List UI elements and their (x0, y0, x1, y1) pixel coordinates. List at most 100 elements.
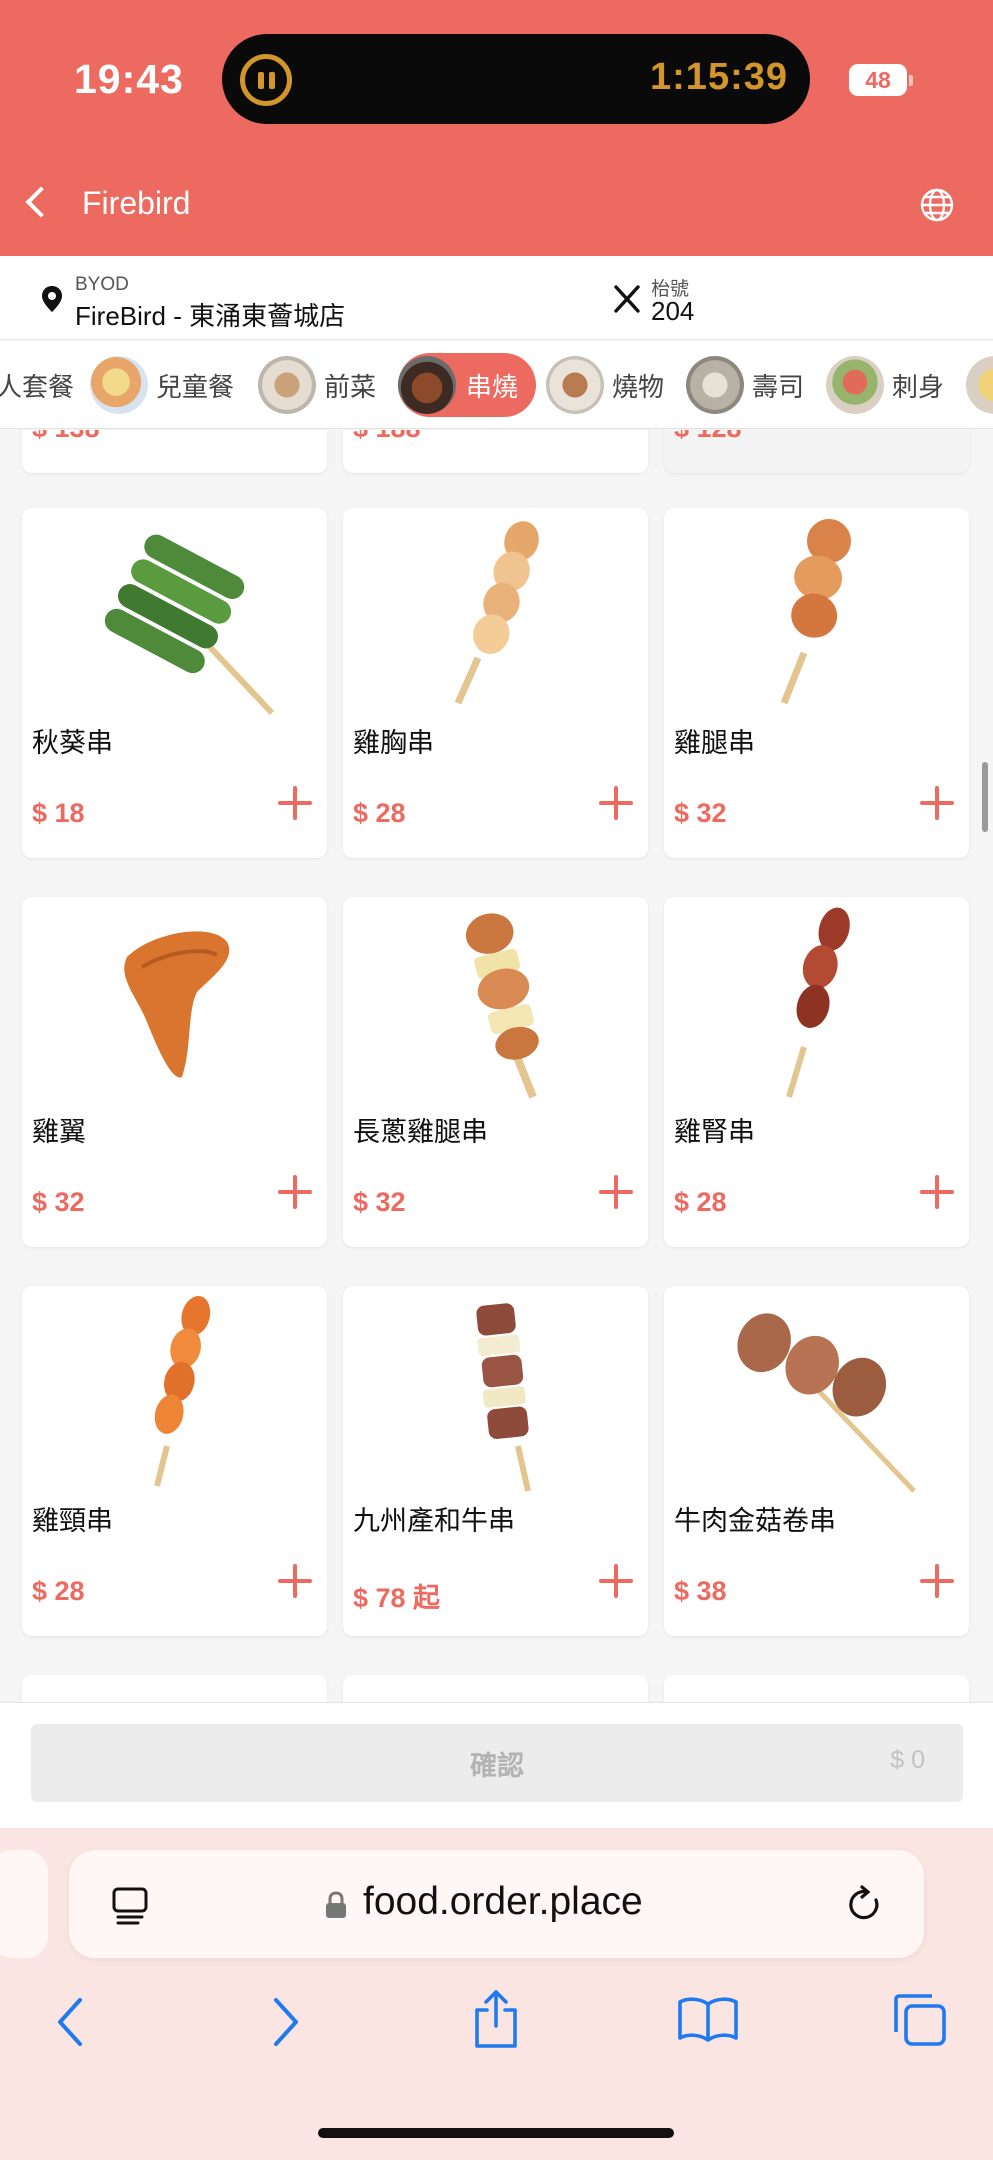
tab-grilled[interactable]: 燒物 (546, 353, 664, 417)
item-price: $ 138 (32, 430, 100, 444)
sushi-thumbnail (686, 356, 744, 414)
category-label: 前菜 (324, 371, 377, 402)
okra-skewer-image (104, 534, 275, 716)
status-time: 19:43 (74, 56, 184, 102)
forward-arrow-icon[interactable] (270, 1996, 302, 2048)
category-label: 刺身 (892, 371, 945, 402)
tab-kids-meal[interactable]: 兒童餐 (90, 353, 234, 417)
add-item-button[interactable] (278, 1564, 312, 1598)
sashimi-thumbnail (826, 356, 884, 414)
product-card-partial[interactable] (343, 1675, 648, 1702)
add-item-button[interactable] (278, 1175, 312, 1209)
location-label: BYOD (75, 274, 129, 295)
beef-enoki-roll-image (737, 1313, 916, 1493)
previous-tab-preview[interactable] (0, 1850, 48, 1958)
product-card[interactable]: 雞翼 $ 32 (22, 897, 327, 1247)
category-label: 人套餐 (0, 371, 75, 402)
add-item-button[interactable] (920, 1175, 954, 1209)
add-item-button[interactable] (920, 1564, 954, 1598)
category-label: 串燒 (466, 371, 519, 402)
kids-meal-thumbnail (90, 356, 148, 414)
item-name: 雞頸串 (32, 1506, 113, 1536)
dynamic-island: 1:15:39 (222, 34, 810, 124)
product-card[interactable]: 長蔥雞腿串 $ 32 (343, 897, 648, 1247)
product-card[interactable]: 雞腎串 $ 28 (664, 897, 969, 1247)
category-label: 兒童餐 (156, 371, 235, 402)
confirm-button[interactable]: 確認 $ 0 (31, 1724, 963, 1802)
item-name: 雞翼 (32, 1117, 86, 1147)
item-price: $ 28 (674, 1187, 727, 1217)
grilled-thumbnail (546, 356, 604, 414)
table-number: 204 (651, 296, 695, 326)
product-card[interactable]: 雞胸串 $ 28 (343, 508, 648, 858)
scrollbar[interactable] (982, 762, 988, 832)
chicken-breast-skewer-image (454, 521, 539, 705)
item-price: $ 32 (353, 1187, 406, 1217)
item-price: $ 28 (353, 798, 406, 828)
lock-icon (326, 1891, 346, 1918)
cutlery-icon (614, 285, 640, 313)
leek-chicken-skewer-image (465, 913, 539, 1099)
tabs-icon[interactable] (890, 1990, 948, 2048)
add-item-button[interactable] (920, 786, 954, 820)
add-item-button[interactable] (599, 1564, 633, 1598)
product-card[interactable]: 雞腿串 $ 32 (664, 508, 969, 858)
product-grid: $ 138 $ 188 $ 128 秋葵串 $ 18 (0, 430, 993, 1702)
item-price: $ 188 (353, 430, 421, 444)
category-label: 壽司 (752, 371, 805, 402)
product-card-partial[interactable] (22, 1675, 327, 1702)
wagyu-skewer-image (476, 1303, 531, 1492)
confirm-label: 確認 (470, 1751, 524, 1781)
category-tabs: 人套餐 兒童餐 前菜 串燒 燒物 壽司 刺身 (0, 341, 993, 429)
chicken-neck-skewer-image (154, 1295, 211, 1487)
skewers-thumbnail (398, 356, 456, 414)
product-card-partial[interactable]: $ 138 (22, 430, 327, 473)
item-price: $ 38 (674, 1576, 727, 1606)
tab-skewers[interactable]: 串燒 (398, 353, 537, 417)
item-name: 牛肉金菇卷串 (674, 1506, 836, 1536)
reload-icon[interactable] (846, 1884, 886, 1926)
product-card-partial[interactable] (664, 1675, 969, 1702)
share-icon[interactable] (471, 1988, 521, 2050)
product-card-partial[interactable]: $ 188 (343, 430, 648, 473)
bookmarks-icon[interactable] (677, 1994, 739, 2044)
product-card[interactable]: 秋葵串 $ 18 (22, 508, 327, 858)
product-card[interactable]: 牛肉金菇卷串 $ 38 (664, 1286, 969, 1636)
home-indicator[interactable] (318, 2128, 674, 2138)
tab-sushi[interactable]: 壽司 (686, 353, 804, 417)
product-card-partial[interactable]: $ 128 (664, 430, 969, 473)
more-thumbnail (966, 356, 993, 414)
item-name: 雞腿串 (674, 728, 755, 758)
pause-icon[interactable] (240, 54, 292, 106)
globe-icon[interactable] (920, 188, 954, 222)
page-menu-icon[interactable] (110, 1885, 150, 1925)
tab-set-meal[interactable]: 人套餐 (0, 353, 74, 417)
tab-more[interactable] (966, 353, 993, 417)
item-price: $ 32 (32, 1187, 85, 1217)
item-name: 雞腎串 (674, 1117, 755, 1147)
tab-sashimi[interactable]: 刺身 (826, 353, 944, 417)
add-item-button[interactable] (278, 786, 312, 820)
appetizer-thumbnail (258, 356, 316, 414)
item-price: $ 28 (32, 1576, 85, 1606)
page-title: Firebird (82, 185, 191, 221)
back-arrow-icon[interactable] (54, 1996, 86, 2048)
chicken-wing-image (124, 931, 230, 1078)
battery-indicator: 48 (849, 64, 913, 96)
item-price: $ 128 (674, 430, 742, 444)
url-text: food.order.place (363, 1880, 643, 1923)
tab-appetizer[interactable]: 前菜 (258, 353, 376, 417)
add-item-button[interactable] (599, 786, 633, 820)
store-name: FireBird - 東涌東薈城店 (75, 301, 346, 331)
item-name: 雞胸串 (353, 728, 434, 758)
timer-readout: 1:15:39 (650, 56, 788, 98)
item-price: $ 32 (674, 798, 727, 828)
item-price: $ 78 起 (353, 1583, 441, 1613)
product-card[interactable]: 雞頸串 $ 28 (22, 1286, 327, 1636)
item-name: 長蔥雞腿串 (353, 1117, 488, 1147)
item-name: 九州產和牛串 (353, 1506, 515, 1536)
item-price: $ 18 (32, 798, 85, 828)
add-item-button[interactable] (599, 1175, 633, 1209)
order-total: $ 0 (890, 1746, 925, 1774)
product-card[interactable]: 九州產和牛串 $ 78 起 (343, 1286, 648, 1636)
